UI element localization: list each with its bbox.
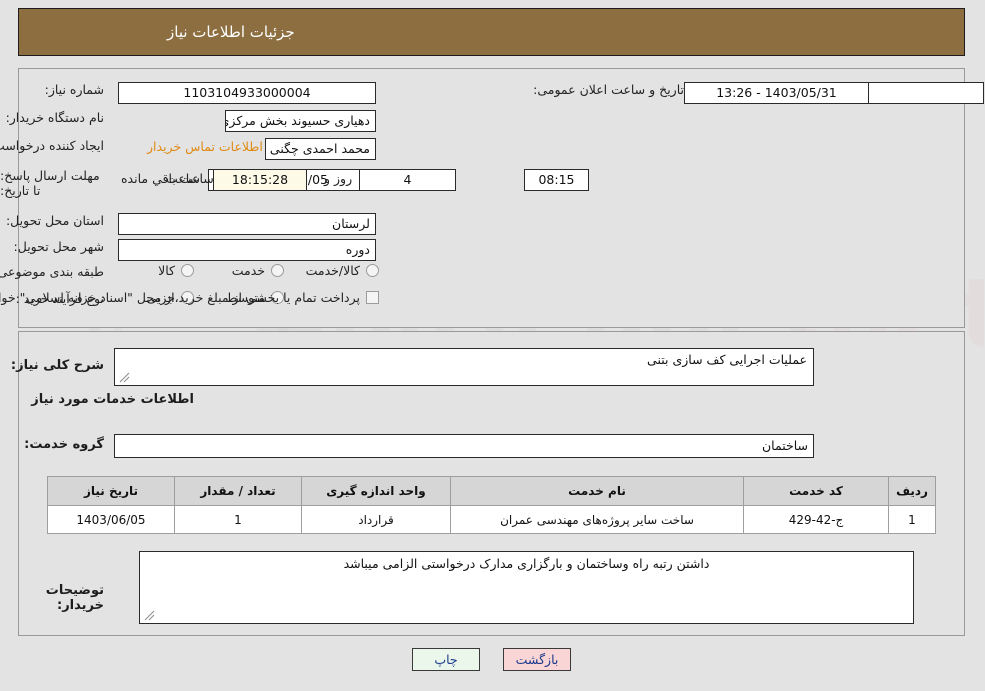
cell-date: 1403/06/05 xyxy=(48,505,176,534)
col-code: کد خدمت xyxy=(744,476,890,506)
city-label: شهر محل تحویل: xyxy=(14,239,105,254)
classification-label-wrap: طبقه بندی موضوعی: xyxy=(0,264,105,279)
print-button[interactable]: چاپ xyxy=(413,648,481,671)
radio-kala-khedmat-icon[interactable] xyxy=(367,264,380,277)
cell-qty: 1 xyxy=(175,505,303,534)
page-root: { "header": { "title": "جزئیات اطلاعات ن… xyxy=(0,0,985,691)
col-date: تاریخ نیاز xyxy=(48,476,176,506)
cell-name: ساخت سایر پروژه‌های مهندسی عمران xyxy=(451,505,745,534)
back-button[interactable]: بازگشت xyxy=(504,648,572,671)
deadline-remaining-label: ساعت باقي مانده xyxy=(122,171,215,186)
need-summary-label: شرح کلی نیاز: xyxy=(11,358,105,373)
services-heading: اطلاعات خدمات مورد نیاز xyxy=(32,392,195,407)
radio-khedmat-icon[interactable] xyxy=(272,264,285,277)
deadline-hour[interactable]: 08:15 xyxy=(525,169,590,191)
deadline-days[interactable]: 4 xyxy=(360,169,457,191)
need-number-label-wrap: شماره نیاز: xyxy=(5,82,105,97)
buyer-notes-value[interactable]: داشتن رتبه راه وساختمان و بارگزاری مدارک… xyxy=(140,551,915,624)
cell-unit: قرارداد xyxy=(302,505,452,534)
services-table-wrap: ردیف کد خدمت نام خدمت واحد اندازه گیری ت… xyxy=(48,476,937,534)
need-summary-value[interactable]: عملیات اجرایی کف سازی بتنی xyxy=(115,348,815,386)
classification-option-1[interactable]: خدمت xyxy=(219,263,285,278)
radio-kala-icon[interactable] xyxy=(182,264,195,277)
city-value[interactable]: دوره xyxy=(119,239,377,261)
cell-radif: 1 xyxy=(889,505,937,534)
province-label-wrap: استان محل تحویل: xyxy=(7,213,105,228)
province-label: استان محل تحویل: xyxy=(6,213,105,228)
buyer-org-label: نام دستگاه خریدار: xyxy=(6,110,105,125)
services-table: ردیف کد خدمت نام خدمت واحد اندازه گیری ت… xyxy=(48,476,937,534)
classification-option-1-label: خدمت xyxy=(232,263,266,278)
table-header-row: ردیف کد خدمت نام خدمت واحد اندازه گیری ت… xyxy=(48,476,937,506)
announce-datetime-label: تاریخ و ساعت اعلان عمومی: xyxy=(534,82,685,97)
announce-datetime-value[interactable]: 1403/05/31 - 13:26 xyxy=(685,82,870,104)
deadline-label-wrap: مهلت ارسال پاسخ: تا تاریخ: xyxy=(1,168,105,198)
page-header: جزئیات اطلاعات نیاز xyxy=(19,8,966,56)
treasury-checkbox-icon[interactable] xyxy=(367,291,380,304)
requester-value[interactable]: محمد احمدی چگنی کاربرداز دهیاری حسیوند ب… xyxy=(266,138,377,160)
col-qty: تعداد / مقدار xyxy=(175,476,303,506)
cell-code: ج-42-429 xyxy=(744,505,890,534)
page-title: جزئیات اطلاعات نیاز xyxy=(168,23,296,41)
table-row[interactable]: 1 ج-42-429 ساخت سایر پروژه‌های مهندسی عم… xyxy=(48,505,937,534)
service-group-label: گروه خدمت: xyxy=(25,437,105,452)
classification-option-2-label: کالا/خدمت xyxy=(306,263,361,278)
classification-label: طبقه بندی موضوعی: xyxy=(0,264,105,279)
col-radif: ردیف xyxy=(889,476,937,506)
treasury-checkbox-label: پرداخت تمام یا بخشی از مبلغ خرید،از محل … xyxy=(0,290,361,305)
announce-datetime-label-wrap: تاریخ و ساعت اعلان عمومی: xyxy=(534,82,685,97)
deadline-label: مهلت ارسال پاسخ: تا تاریخ: xyxy=(1,168,101,198)
buyer-org-value[interactable]: دهیاری حسیوند بخش مرکزی شهرستان چگنی xyxy=(226,110,377,132)
classification-option-0-label: کالا xyxy=(159,263,176,278)
city-label-wrap: شهر محل تحویل: xyxy=(15,239,105,254)
province-value[interactable]: لرستان xyxy=(119,213,377,235)
service-group-value[interactable]: ساختمان xyxy=(115,434,815,458)
classification-option-2[interactable]: کالا/خدمت xyxy=(293,263,380,278)
deadline-days-label: روز و xyxy=(325,171,354,186)
col-name: نام خدمت xyxy=(451,476,745,506)
need-number-value[interactable]: 1103104933000004 xyxy=(119,82,377,104)
classification-option-0[interactable]: کالا xyxy=(145,263,195,278)
requester-label-wrap: ایجاد کننده درخواست: xyxy=(0,138,105,153)
requester-label: ایجاد کننده درخواست: xyxy=(0,138,105,153)
buyer-notes-label: توضیحات خریدار: xyxy=(46,583,105,613)
treasury-checkbox-row[interactable]: پرداخت تمام یا بخشی از مبلغ خرید،از محل … xyxy=(0,290,380,305)
need-info-panel xyxy=(19,68,966,328)
footer-buttons: بازگشت چاپ xyxy=(0,648,985,671)
buyer-org-label-wrap: نام دستگاه خریدار: xyxy=(7,110,105,125)
need-number-label: شماره نیاز: xyxy=(45,82,105,97)
buyer-contact-link[interactable]: اطلاعات تماس خریدار xyxy=(148,139,264,154)
buyer-contact-link-wrap[interactable]: اطلاعات تماس خریدار xyxy=(148,139,264,154)
resize-grip-icon xyxy=(119,371,131,383)
deadline-remaining[interactable]: 18:15:28 xyxy=(214,169,308,191)
col-unit: واحد اندازه گیری xyxy=(302,476,452,506)
resize-grip-icon-notes xyxy=(144,609,156,621)
